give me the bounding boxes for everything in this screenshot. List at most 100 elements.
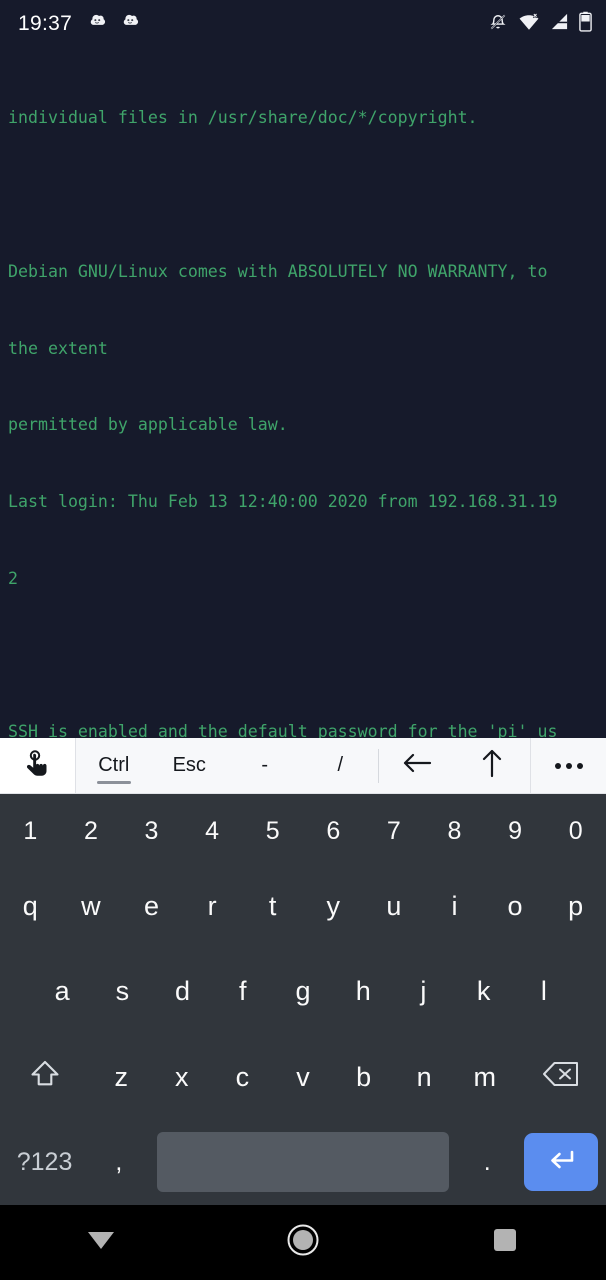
toolbar-key-arrow-up[interactable] [455, 738, 531, 793]
key-z[interactable]: z [91, 1035, 152, 1120]
key-n[interactable]: n [394, 1035, 455, 1120]
backspace-key[interactable] [515, 1035, 606, 1120]
key-x[interactable]: x [152, 1035, 213, 1120]
space-key[interactable] [149, 1120, 458, 1205]
toolbar-key-label: - [261, 754, 269, 776]
toolbar-key-esc[interactable]: Esc [152, 738, 228, 793]
wifi-no-internet-icon [518, 12, 540, 37]
row-padding-right [574, 949, 606, 1034]
key-i[interactable]: i [424, 864, 485, 949]
three-dots [554, 762, 583, 769]
home-button[interactable] [243, 1205, 363, 1280]
toolbar-key-group: Ctrl Esc - / [76, 738, 530, 793]
touch-pointer-icon[interactable] [0, 738, 76, 793]
key-v[interactable]: v [273, 1035, 334, 1120]
shift-arrow-icon [27, 1056, 63, 1099]
key-2[interactable]: 2 [61, 798, 122, 864]
recents-button[interactable] [445, 1205, 565, 1280]
terminal-line: individual files in /usr/share/doc/*/cop… [8, 108, 478, 128]
key-y[interactable]: y [303, 864, 364, 949]
keyboard-row-numbers: 1 2 3 4 5 6 7 8 9 0 [0, 798, 606, 864]
terminal-output[interactable]: individual files in /usr/share/doc/*/cop… [0, 48, 606, 738]
key-1[interactable]: 1 [0, 798, 61, 864]
cloud-notification-icon [119, 11, 141, 38]
terminal-line: Last login: Thu Feb 13 12:40:00 2020 fro… [8, 492, 558, 512]
key-0[interactable]: 0 [545, 798, 606, 864]
terminal-line: Debian GNU/Linux comes with ABSOLUTELY N… [8, 261, 548, 281]
key-6[interactable]: 6 [303, 798, 364, 864]
toolbar-key-label: / [337, 754, 344, 776]
key-7[interactable]: 7 [364, 798, 425, 864]
key-o[interactable]: o [485, 864, 546, 949]
battery-icon [579, 11, 592, 37]
terminal-line: SSH is enabled and the default password … [8, 722, 558, 738]
key-b[interactable]: b [333, 1035, 394, 1120]
key-comma[interactable]: , [89, 1120, 148, 1205]
status-bar: 19:37 [0, 0, 606, 48]
key-8[interactable]: 8 [424, 798, 485, 864]
key-3[interactable]: 3 [121, 798, 182, 864]
key-p[interactable]: p [545, 864, 606, 949]
backspace-delete-icon [541, 1059, 581, 1096]
toolbar-key-slash[interactable]: / [303, 738, 379, 793]
keyboard-row-home: a s d f g h j k l [0, 949, 606, 1034]
enter-return-icon [544, 1145, 578, 1180]
key-period[interactable]: . [457, 1120, 516, 1205]
keyboard-row-bottom: z x c v b n m [0, 1035, 606, 1120]
arrow-left-icon [400, 749, 434, 783]
key-c[interactable]: c [212, 1035, 273, 1120]
back-button[interactable] [41, 1205, 161, 1280]
keyboard-row-space: ?123 , . [0, 1120, 606, 1205]
toolbar-key-arrow-left[interactable] [379, 738, 455, 793]
key-q[interactable]: q [0, 864, 61, 949]
key-w[interactable]: w [61, 864, 122, 949]
cloud-notification-icon [86, 11, 108, 38]
key-g[interactable]: g [273, 949, 333, 1034]
key-r[interactable]: r [182, 864, 243, 949]
key-d[interactable]: d [152, 949, 212, 1034]
toolbar-key-dash[interactable]: - [227, 738, 303, 793]
key-4[interactable]: 4 [182, 798, 243, 864]
back-triangle-icon [86, 1227, 116, 1258]
keyboard-row-qwerty: q w e r t y u i o p [0, 864, 606, 949]
key-t[interactable]: t [242, 864, 303, 949]
terminal-line: the extent [8, 338, 108, 358]
ctrl-active-underline [96, 781, 131, 784]
enter-key-surface [524, 1133, 599, 1192]
toolbar-key-ctrl[interactable]: Ctrl [76, 738, 152, 793]
virtual-keyboard: 1 2 3 4 5 6 7 8 9 0 q w e r t y u i o p … [0, 794, 606, 1205]
status-system-icons [488, 11, 592, 37]
key-u[interactable]: u [364, 864, 425, 949]
keyboard-extra-toolbar: Ctrl Esc - / [0, 738, 606, 794]
system-navigation-bar [0, 1205, 606, 1280]
key-f[interactable]: f [213, 949, 273, 1034]
key-l[interactable]: l [514, 949, 574, 1034]
terminal-line: permitted by applicable law. [8, 415, 288, 435]
key-9[interactable]: 9 [485, 798, 546, 864]
terminal-line: 2 [8, 568, 18, 588]
shift-key[interactable] [0, 1035, 91, 1120]
key-a[interactable]: a [32, 949, 92, 1034]
enter-key[interactable] [517, 1120, 606, 1205]
key-h[interactable]: h [333, 949, 393, 1034]
status-notification-icons [86, 11, 141, 38]
key-5[interactable]: 5 [242, 798, 303, 864]
row-padding-left [0, 949, 32, 1034]
home-circle-icon [286, 1223, 320, 1262]
spacebar-surface [156, 1132, 450, 1193]
symbols-key[interactable]: ?123 [0, 1120, 89, 1205]
overflow-menu-icon[interactable] [530, 738, 606, 793]
status-clock: 19:37 [18, 12, 73, 35]
toolbar-key-label: Esc [172, 754, 206, 776]
key-s[interactable]: s [92, 949, 152, 1034]
arrow-up-icon [478, 746, 506, 786]
mobile-signal-icon [550, 12, 569, 36]
toolbar-key-label: Ctrl [98, 754, 130, 776]
phone-screen: 19:37 individual files in /usr/share/doc… [0, 0, 606, 1280]
key-j[interactable]: j [393, 949, 453, 1034]
key-k[interactable]: k [454, 949, 514, 1034]
key-e[interactable]: e [121, 864, 182, 949]
key-m[interactable]: m [454, 1035, 515, 1120]
